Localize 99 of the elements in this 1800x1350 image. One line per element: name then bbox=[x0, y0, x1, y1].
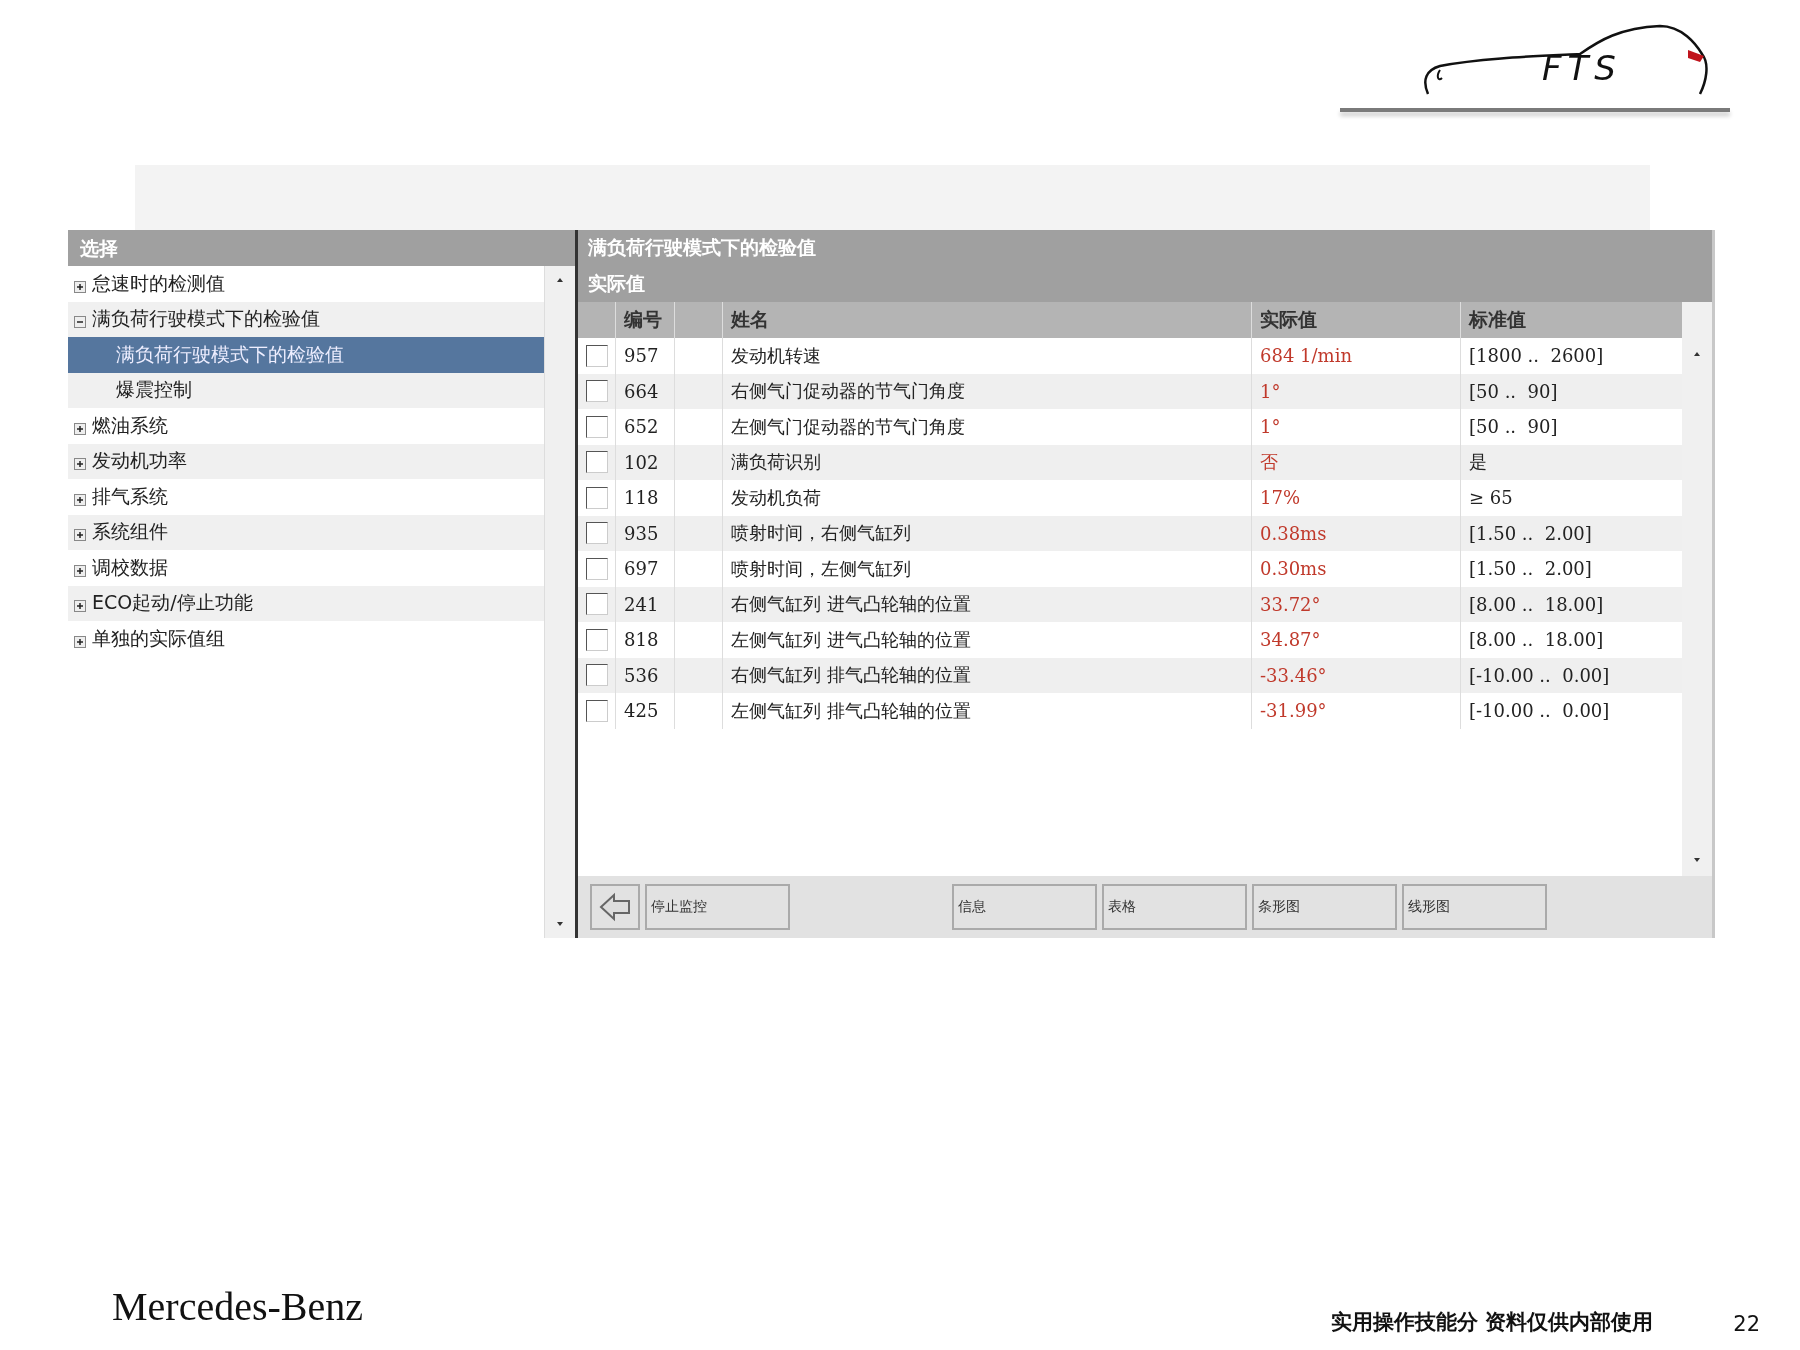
table-cell: 右侧气门促动器的节气门角度 bbox=[722, 373, 1251, 409]
checkbox[interactable] bbox=[585, 451, 608, 474]
panel-subtitle: 实际值 bbox=[588, 271, 646, 296]
checkbox[interactable] bbox=[585, 593, 608, 616]
table-cell: 喷射时间，右侧气缸列 bbox=[722, 515, 1251, 551]
table-cell: 664 bbox=[615, 373, 674, 409]
checkbox[interactable] bbox=[585, 522, 608, 545]
table-cell: 818 bbox=[615, 622, 674, 658]
scroll-up-icon[interactable] bbox=[1692, 350, 1702, 358]
column-header: 编号 bbox=[615, 302, 674, 338]
table-cell: [1.50 .. 2.00] bbox=[1460, 515, 1669, 551]
tree-item[interactable]: 系统组件 bbox=[68, 514, 544, 550]
scrollbar[interactable] bbox=[1682, 302, 1712, 876]
table-cell: 右侧气缸列 进气凸轮轴的位置 bbox=[722, 586, 1251, 622]
expander-icon[interactable] bbox=[74, 316, 86, 329]
checkbox[interactable] bbox=[585, 486, 608, 509]
checkbox[interactable] bbox=[585, 344, 608, 367]
toolbar-button[interactable]: 线形图 bbox=[1402, 884, 1547, 930]
expander-icon[interactable] bbox=[74, 529, 86, 542]
table-cell: 118 bbox=[615, 480, 674, 516]
table-cell: [1800 .. 2600] bbox=[1460, 338, 1669, 374]
scrollbar[interactable] bbox=[544, 266, 575, 938]
table-cell: 是 bbox=[1460, 444, 1669, 480]
table-cell: 1° bbox=[1251, 409, 1460, 445]
tree-item[interactable]: 调校数据 bbox=[68, 550, 544, 586]
table-cell: 喷射时间，左侧气缸列 bbox=[722, 551, 1251, 587]
table-cell: 241 bbox=[615, 586, 674, 622]
table-cell: [-10.00 .. 0.00] bbox=[1460, 657, 1669, 693]
table-cell: 17% bbox=[1251, 480, 1460, 516]
column-header: 姓名 bbox=[722, 302, 1251, 338]
column-header: 实际值 bbox=[1251, 302, 1460, 338]
table-cell: 右侧气缸列 排气凸轮轴的位置 bbox=[722, 657, 1251, 693]
expander-icon[interactable] bbox=[74, 635, 86, 648]
table-cell: [8.00 .. 18.00] bbox=[1460, 586, 1669, 622]
checkbox[interactable] bbox=[585, 415, 608, 438]
table-cell: 652 bbox=[615, 409, 674, 445]
scroll-up-icon[interactable] bbox=[555, 276, 565, 284]
checkbox[interactable] bbox=[585, 380, 608, 403]
table-cell: 0.30ms bbox=[1251, 551, 1460, 587]
table-cell: 697 bbox=[615, 551, 674, 587]
table-cell: 102 bbox=[615, 444, 674, 480]
table-cell: 536 bbox=[615, 657, 674, 693]
back-button[interactable] bbox=[590, 884, 640, 930]
table-cell: -31.99° bbox=[1251, 693, 1460, 729]
arrow-icon bbox=[598, 892, 632, 922]
tree-item[interactable]: 排气系统 bbox=[68, 479, 544, 515]
table-cell: 33.72° bbox=[1251, 586, 1460, 622]
table-cell: [50 .. 90] bbox=[1460, 409, 1669, 445]
tree-item[interactable]: 爆震控制 bbox=[68, 372, 544, 408]
logo-text: FTS bbox=[1542, 48, 1622, 88]
table-cell: [-10.00 .. 0.00] bbox=[1460, 693, 1669, 729]
toolbar-button[interactable]: 表格 bbox=[1102, 884, 1247, 930]
table-cell: 684 1/min bbox=[1251, 338, 1460, 374]
footer-note: 实用操作技能分 资料仅供内部使用 bbox=[1330, 1309, 1654, 1336]
toolbar-button[interactable]: 停止监控 bbox=[645, 884, 790, 930]
tree-item[interactable]: 满负荷行驶模式下的检验值 bbox=[68, 301, 544, 337]
page-number: 22 bbox=[1733, 1312, 1760, 1336]
table-cell: ≥ 65 bbox=[1460, 480, 1669, 516]
table-cell: [1.50 .. 2.00] bbox=[1460, 551, 1669, 587]
table-cell: 否 bbox=[1251, 444, 1460, 480]
toolbar-button[interactable]: 信息 bbox=[952, 884, 1097, 930]
expander-icon[interactable] bbox=[74, 600, 86, 613]
table-cell: 957 bbox=[615, 338, 674, 374]
table-cell: 左侧气门促动器的节气门角度 bbox=[722, 409, 1251, 445]
expander-icon[interactable] bbox=[74, 564, 86, 577]
scroll-down-icon[interactable] bbox=[1692, 856, 1702, 864]
table-cell: -33.46° bbox=[1251, 657, 1460, 693]
table-cell: 1° bbox=[1251, 373, 1460, 409]
brand-name: Mercedes-Benz bbox=[112, 1283, 364, 1331]
tree-item[interactable]: 怠速时的检测值 bbox=[68, 266, 544, 302]
scroll-down-icon[interactable] bbox=[555, 920, 565, 928]
table-cell: 34.87° bbox=[1251, 622, 1460, 658]
tree-item[interactable]: 单独的实际值组 bbox=[68, 621, 544, 657]
column-header: 标准值 bbox=[1460, 302, 1669, 338]
checkbox[interactable] bbox=[585, 699, 608, 722]
tree-item[interactable]: 燃油系统 bbox=[68, 408, 544, 444]
expander-icon[interactable] bbox=[74, 493, 86, 506]
table-cell: [50 .. 90] bbox=[1460, 373, 1669, 409]
checkbox[interactable] bbox=[585, 557, 608, 580]
table-cell: 425 bbox=[615, 693, 674, 729]
expander-icon[interactable] bbox=[74, 280, 86, 293]
tree-item[interactable]: 发动机功率 bbox=[68, 443, 544, 479]
expander-icon[interactable] bbox=[74, 422, 86, 435]
tree-item[interactable]: ECO起动/停止功能 bbox=[68, 585, 544, 621]
checkbox[interactable] bbox=[585, 628, 608, 651]
toolbar-button[interactable]: 条形图 bbox=[1252, 884, 1397, 930]
table-cell: 发动机转速 bbox=[722, 338, 1251, 374]
table-cell: 0.38ms bbox=[1251, 515, 1460, 551]
checkbox[interactable] bbox=[585, 664, 608, 687]
panel-header: 选择 bbox=[68, 230, 575, 266]
table-cell: 满负荷识别 bbox=[722, 444, 1251, 480]
table-cell: 左侧气缸列 排气凸轮轴的位置 bbox=[722, 693, 1251, 729]
expander-icon[interactable] bbox=[74, 458, 86, 471]
table-cell: 935 bbox=[615, 515, 674, 551]
panel-title: 满负荷行驶模式下的检验值 bbox=[588, 235, 817, 260]
table-cell: 左侧气缸列 进气凸轮轴的位置 bbox=[722, 622, 1251, 658]
table-cell: 发动机负荷 bbox=[722, 480, 1251, 516]
tree-item[interactable]: 满负荷行驶模式下的检验值 bbox=[68, 337, 544, 373]
table-cell: [8.00 .. 18.00] bbox=[1460, 622, 1669, 658]
